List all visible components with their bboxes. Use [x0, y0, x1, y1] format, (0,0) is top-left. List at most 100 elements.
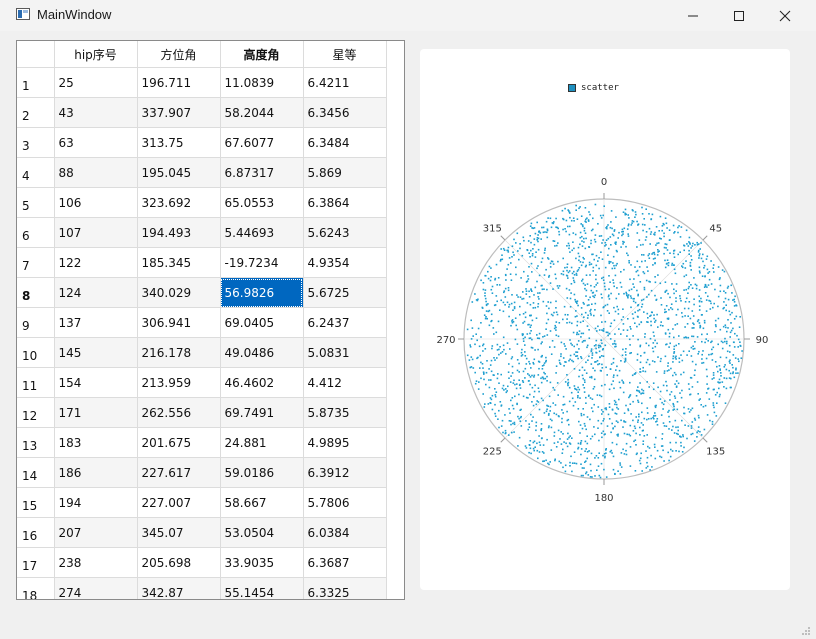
table-cell[interactable]: 195.045 — [137, 157, 221, 188]
table-cell[interactable]: 4.412 — [303, 367, 387, 398]
table-cell[interactable]: 171 — [54, 397, 138, 428]
row-header[interactable]: 13 — [17, 427, 55, 458]
table-cell[interactable]: 107 — [54, 217, 138, 248]
table-cell[interactable]: 345.07 — [137, 517, 221, 548]
table-cell[interactable]: 262.556 — [137, 397, 221, 428]
table-cell[interactable]: 6.3687 — [303, 547, 387, 578]
table-cell[interactable]: 88 — [54, 157, 138, 188]
table-cell[interactable]: 6.2437 — [303, 307, 387, 338]
table-cell[interactable]: 11.0839 — [220, 67, 304, 98]
table-cell[interactable]: 201.675 — [137, 427, 221, 458]
row-header[interactable]: 3 — [17, 127, 55, 158]
row-header[interactable]: 8 — [17, 277, 55, 308]
table-cell[interactable]: 186 — [54, 457, 138, 488]
row-header[interactable]: 9 — [17, 307, 55, 338]
table-cell[interactable]: 49.0486 — [220, 337, 304, 368]
table-corner[interactable] — [17, 41, 55, 68]
row-header[interactable]: 5 — [17, 187, 55, 218]
row-header[interactable]: 17 — [17, 547, 55, 578]
table-cell[interactable]: 6.87317 — [220, 157, 304, 188]
table-cell[interactable]: 227.617 — [137, 457, 221, 488]
table-cell[interactable]: 65.0553 — [220, 187, 304, 218]
column-header[interactable]: 星等 — [303, 41, 387, 68]
table-cell[interactable]: 5.8735 — [303, 397, 387, 428]
row-header[interactable]: 15 — [17, 487, 55, 518]
table-cell[interactable]: 207 — [54, 517, 138, 548]
row-header[interactable]: 2 — [17, 97, 55, 128]
table-cell[interactable]: 340.029 — [137, 277, 221, 308]
table-cell[interactable]: 55.1454 — [220, 577, 304, 599]
table-cell[interactable]: 227.007 — [137, 487, 221, 518]
table-cell[interactable]: 43 — [54, 97, 138, 128]
table-cell[interactable]: 6.3456 — [303, 97, 387, 128]
table-cell[interactable]: 6.3325 — [303, 577, 387, 599]
table-cell[interactable]: 238 — [54, 547, 138, 578]
table-cell[interactable]: 122 — [54, 247, 138, 278]
table-cell[interactable]: 46.4602 — [220, 367, 304, 398]
table-cell[interactable]: 6.4211 — [303, 67, 387, 98]
table-cell[interactable]: 337.907 — [137, 97, 221, 128]
table-cell[interactable]: 53.0504 — [220, 517, 304, 548]
table-cell[interactable]: 106 — [54, 187, 138, 218]
table-cell[interactable]: 6.3912 — [303, 457, 387, 488]
table-cell[interactable]: 33.9035 — [220, 547, 304, 578]
row-header[interactable]: 14 — [17, 457, 55, 488]
table-cell[interactable]: -19.7234 — [220, 247, 304, 278]
minimize-button[interactable] — [670, 0, 716, 31]
table-cell[interactable]: 194.493 — [137, 217, 221, 248]
table-cell[interactable]: 5.6725 — [303, 277, 387, 308]
table-cell[interactable]: 67.6077 — [220, 127, 304, 158]
table-cell[interactable]: 183 — [54, 427, 138, 458]
table-cell[interactable]: 24.881 — [220, 427, 304, 458]
row-header[interactable]: 18 — [17, 577, 55, 599]
row-header[interactable]: 6 — [17, 217, 55, 248]
resize-grip-icon[interactable] — [800, 625, 812, 637]
table-cell[interactable]: 6.3864 — [303, 187, 387, 218]
table-cell[interactable]: 216.178 — [137, 337, 221, 368]
table-cell[interactable]: 5.0831 — [303, 337, 387, 368]
table-cell[interactable]: 185.345 — [137, 247, 221, 278]
table-cell[interactable]: 342.87 — [137, 577, 221, 599]
table-cell[interactable]: 6.3484 — [303, 127, 387, 158]
table-cell[interactable]: 323.692 — [137, 187, 221, 218]
row-header[interactable]: 16 — [17, 517, 55, 548]
table-cell[interactable]: 145 — [54, 337, 138, 368]
maximize-button[interactable] — [716, 0, 762, 31]
close-button[interactable] — [762, 0, 808, 31]
table-cell[interactable]: 4.9895 — [303, 427, 387, 458]
table-cell[interactable]: 58.667 — [220, 487, 304, 518]
table-cell[interactable]: 5.6243 — [303, 217, 387, 248]
column-header[interactable]: 高度角 — [220, 41, 304, 68]
table-cell[interactable]: 306.941 — [137, 307, 221, 338]
table-cell[interactable]: 5.7806 — [303, 487, 387, 518]
row-header[interactable]: 10 — [17, 337, 55, 368]
row-header[interactable]: 11 — [17, 367, 55, 398]
table-cell[interactable]: 69.7491 — [220, 397, 304, 428]
table-cell[interactable]: 5.44693 — [220, 217, 304, 248]
table-cell[interactable]: 56.9826 — [220, 277, 304, 308]
table-cell[interactable]: 5.869 — [303, 157, 387, 188]
table-cell[interactable]: 59.0186 — [220, 457, 304, 488]
table-cell[interactable]: 25 — [54, 67, 138, 98]
table-cell[interactable]: 63 — [54, 127, 138, 158]
table-cell[interactable]: 124 — [54, 277, 138, 308]
table-cell[interactable]: 313.75 — [137, 127, 221, 158]
table-cell[interactable]: 6.0384 — [303, 517, 387, 548]
table-cell[interactable]: 137 — [54, 307, 138, 338]
table-cell[interactable]: 196.711 — [137, 67, 221, 98]
star-table[interactable]: hip序号 方位角 高度角 星等 1 25 196.711 11.0839 6.4211 2 43… — [16, 40, 405, 600]
column-header[interactable]: hip序号 — [54, 41, 138, 68]
table-cell[interactable]: 274 — [54, 577, 138, 599]
table-cell[interactable]: 194 — [54, 487, 138, 518]
table-cell[interactable]: 205.698 — [137, 547, 221, 578]
table-cell[interactable]: 4.9354 — [303, 247, 387, 278]
row-header[interactable]: 4 — [17, 157, 55, 188]
table-cell[interactable]: 69.0405 — [220, 307, 304, 338]
row-header[interactable]: 1 — [17, 67, 55, 98]
column-header[interactable]: 方位角 — [137, 41, 221, 68]
table-cell[interactable]: 58.2044 — [220, 97, 304, 128]
table-cell[interactable]: 154 — [54, 367, 138, 398]
row-header[interactable]: 7 — [17, 247, 55, 278]
row-header[interactable]: 12 — [17, 397, 55, 428]
table-cell[interactable]: 213.959 — [137, 367, 221, 398]
